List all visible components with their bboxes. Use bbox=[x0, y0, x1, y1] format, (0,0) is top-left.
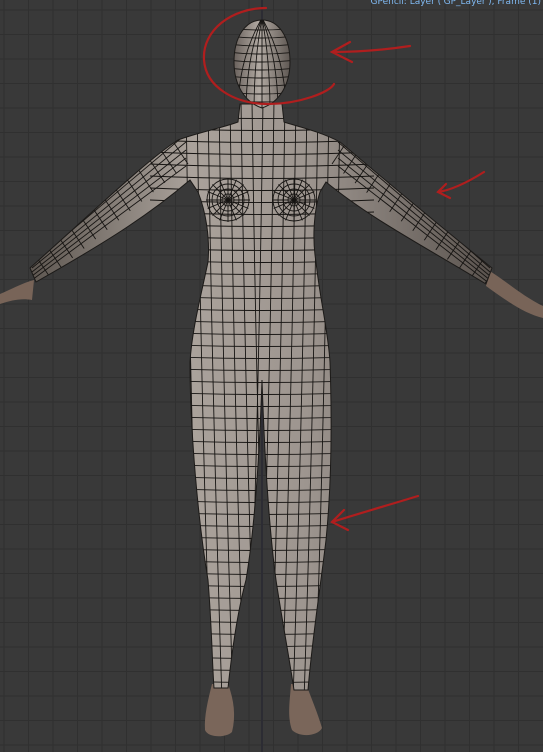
wire-loop bbox=[149, 571, 375, 575]
head-arrow-stroke bbox=[329, 40, 412, 64]
wire-edge bbox=[337, 165, 491, 285]
wire-edge bbox=[337, 149, 491, 277]
wire-loop bbox=[149, 595, 375, 599]
wire-loop bbox=[149, 619, 375, 623]
wire-loop bbox=[149, 463, 375, 467]
gpencil-info-text: GPencil: Layer ('GP_Layer'), Frame (1) bbox=[370, 0, 541, 7]
wire-loop bbox=[149, 559, 375, 563]
wire-loop bbox=[149, 487, 375, 491]
wire-edge bbox=[337, 157, 491, 281]
wire-loop bbox=[149, 631, 375, 635]
wire-loop bbox=[149, 583, 375, 587]
wire-loop bbox=[149, 547, 375, 551]
scene-layer bbox=[0, 6, 543, 737]
wire-loop bbox=[149, 403, 375, 407]
wire-loop bbox=[149, 439, 375, 443]
wire-loop bbox=[150, 692, 374, 695]
left-hand bbox=[0, 280, 34, 304]
wire-edge bbox=[31, 149, 187, 273]
wire-loop bbox=[149, 415, 375, 419]
wire-loop bbox=[149, 679, 375, 683]
arm-arrow-stroke bbox=[436, 170, 486, 200]
wire-loop bbox=[149, 607, 375, 611]
wire-loop bbox=[149, 499, 375, 503]
wire-loop bbox=[149, 655, 375, 659]
leg-arrow-stroke bbox=[330, 494, 420, 532]
wire-edge bbox=[31, 165, 187, 281]
wire-loop bbox=[149, 475, 375, 479]
wire-loop bbox=[149, 643, 375, 647]
wire-loop bbox=[149, 451, 375, 455]
wire-loop bbox=[149, 535, 375, 539]
wire-edge bbox=[31, 141, 187, 269]
wire-edge bbox=[31, 157, 187, 277]
right-foot bbox=[289, 684, 322, 736]
right-hand bbox=[486, 270, 543, 318]
character-mesh[interactable] bbox=[22, 18, 498, 700]
left-foot bbox=[204, 684, 235, 737]
wire-loop bbox=[149, 427, 375, 431]
wire-loop bbox=[149, 667, 375, 671]
3d-viewport[interactable]: GPencil: Layer ('GP_Layer'), Frame (1) bbox=[0, 0, 543, 752]
